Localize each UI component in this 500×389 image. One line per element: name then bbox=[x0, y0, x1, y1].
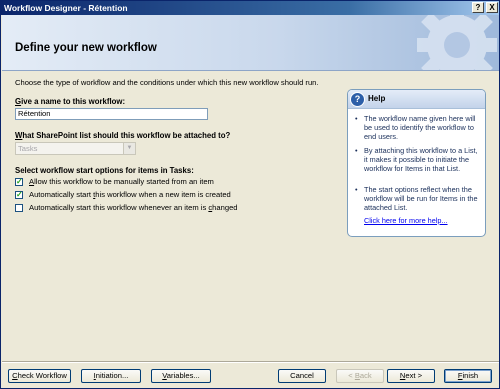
help-header: ? Help bbox=[348, 90, 485, 109]
workflow-name-label: Give a name to this workflow: bbox=[15, 97, 126, 106]
back-button[interactable]: < Back bbox=[336, 369, 384, 383]
more-help-link[interactable]: Click here for more help... bbox=[364, 216, 448, 225]
manual-start-checkbox[interactable]: ✓ bbox=[15, 178, 23, 186]
help-item: • The start options reflect when the work… bbox=[355, 185, 478, 212]
manual-start-label: Allow this workflow to be manually start… bbox=[29, 177, 214, 186]
cancel-button[interactable]: Cancel bbox=[278, 369, 326, 383]
gear-icon bbox=[417, 15, 497, 70]
workflow-designer-window: Workflow Designer - Rétention ? X Define… bbox=[0, 0, 500, 389]
bullet-icon: • bbox=[355, 146, 358, 155]
help-item: • The workflow name given here will be us… bbox=[355, 114, 476, 141]
help-title: Help bbox=[368, 94, 386, 103]
chevron-down-icon[interactable]: ▼ bbox=[123, 143, 135, 154]
wizard-header: Define your new workflow bbox=[2, 15, 499, 71]
help-question-icon: ? bbox=[350, 92, 365, 107]
workflow-name-input[interactable]: Rétention bbox=[15, 108, 208, 120]
footer-divider bbox=[2, 361, 499, 363]
list-select[interactable]: Tasks ▼ bbox=[15, 142, 136, 155]
bullet-icon: • bbox=[355, 185, 358, 194]
list-label: What SharePoint list should this workflo… bbox=[15, 131, 231, 140]
help-panel: ? Help • The workflow name given here wil… bbox=[347, 89, 486, 237]
start-on-change-label: Automatically start this workflow whenev… bbox=[29, 203, 238, 212]
page-title: Define your new workflow bbox=[15, 42, 157, 54]
window-title: Workflow Designer - Rétention bbox=[4, 3, 128, 13]
finish-button[interactable]: Finish bbox=[444, 369, 492, 383]
initiation-button[interactable]: Initiation... bbox=[81, 369, 141, 383]
next-button[interactable]: Next > bbox=[387, 369, 435, 383]
list-select-value: Tasks bbox=[18, 144, 38, 153]
start-options-label: Select workflow start options for items … bbox=[15, 166, 194, 175]
start-on-create-checkbox[interactable]: ✓ bbox=[15, 191, 23, 199]
variables-button[interactable]: Variables... bbox=[151, 369, 211, 383]
close-button[interactable]: X bbox=[486, 2, 498, 13]
bullet-icon: • bbox=[355, 114, 358, 123]
start-on-create-label: Automatically start this workflow when a… bbox=[29, 190, 231, 199]
intro-text: Choose the type of workflow and the cond… bbox=[15, 78, 319, 87]
check-workflow-button[interactable]: Check Workflow bbox=[8, 369, 71, 383]
help-item: • By attaching this workflow to a List, i… bbox=[355, 146, 478, 173]
help-title-button[interactable]: ? bbox=[472, 2, 484, 13]
start-on-change-checkbox[interactable] bbox=[15, 204, 23, 212]
title-bar[interactable]: Workflow Designer - Rétention ? X bbox=[1, 1, 499, 15]
